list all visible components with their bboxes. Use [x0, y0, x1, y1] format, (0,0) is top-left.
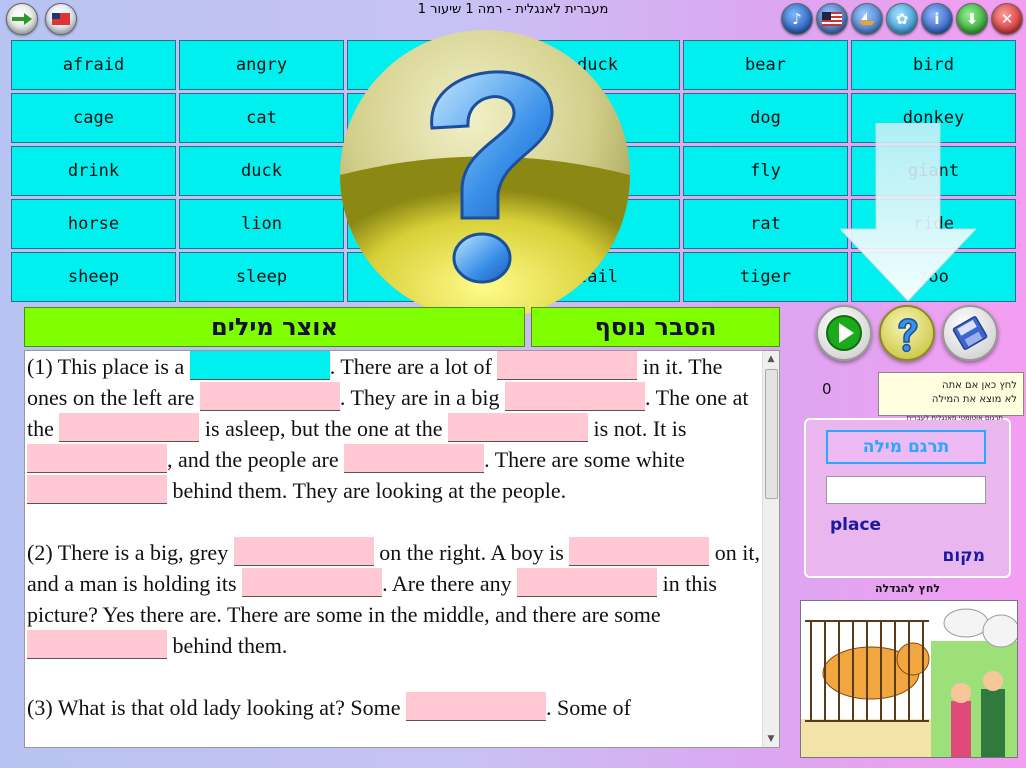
selected-word-hebrew: מקום — [942, 546, 986, 566]
vocabulary-heading[interactable]: אוצר מילים — [24, 307, 525, 347]
help-tooltip: לחץ כאן אם אתה לא מוצא את המילה — [878, 372, 1024, 416]
passage-fragment: (1) This place is a — [27, 354, 190, 379]
word-cell[interactable]: cat — [179, 93, 344, 143]
help-button[interactable] — [879, 305, 935, 361]
scroll-up-icon[interactable]: ▲ — [763, 351, 779, 367]
save-button[interactable] — [942, 305, 998, 361]
word-cell[interactable]: duck — [179, 146, 344, 196]
answer-blank[interactable] — [517, 568, 658, 597]
passage-fragment: on the right. A boy is — [373, 540, 570, 565]
passage-text: (1) This place is a . There are a lot of… — [27, 351, 763, 723]
answer-blank[interactable] — [27, 475, 167, 504]
word-cell[interactable]: dog — [683, 93, 848, 143]
passage-fragment: behind them. They are looking at the peo… — [167, 478, 567, 503]
info-icon[interactable]: i — [921, 3, 953, 35]
answer-blank[interactable] — [448, 413, 589, 442]
translate-word-button[interactable]: תרגם מילה — [826, 430, 986, 464]
word-cell[interactable]: cage — [11, 93, 176, 143]
word-cell[interactable]: rat — [683, 199, 848, 249]
down-arrow-icon — [840, 123, 976, 301]
close-icon[interactable]: ✕ — [991, 3, 1023, 35]
toolbox-label: תרגום אוטומטי מאנגלית לעברית — [906, 414, 1003, 422]
answer-blank-active[interactable] — [189, 351, 330, 380]
passage-fragment: is not. It is — [588, 416, 687, 441]
tooltip-line1: לחץ כאן אם אתה — [942, 380, 1017, 391]
answer-blank[interactable] — [569, 537, 710, 566]
passage-fragment: . There are some white — [484, 447, 685, 472]
passage-fragment: . They are in a big — [339, 385, 506, 410]
passage-scrollbar[interactable]: ▲ ▼ — [762, 351, 779, 747]
boat-icon[interactable] — [851, 3, 883, 35]
passage-fragment: , and the people are — [167, 447, 345, 472]
settings-icon[interactable]: ✿ — [886, 3, 918, 35]
selected-word-english: place — [830, 515, 882, 535]
word-cell[interactable]: bird — [851, 40, 1016, 90]
answer-blank[interactable] — [59, 413, 200, 442]
image-caption: לחץ להגדלה — [874, 582, 941, 595]
word-input[interactable] — [826, 476, 986, 504]
scroll-down-icon[interactable]: ▼ — [763, 731, 779, 747]
flag-icon[interactable] — [45, 3, 77, 35]
passage-fragment: (3) What is that old lady looking at? So… — [27, 695, 407, 720]
passage-fragment: . Some of — [546, 695, 631, 720]
word-cell[interactable]: angry — [179, 40, 344, 90]
score-value: 0 — [822, 380, 832, 398]
us-flag-icon[interactable] — [816, 3, 848, 35]
word-cell[interactable]: sheep — [11, 252, 176, 302]
explanation-heading[interactable]: הסבר נוסף — [531, 307, 780, 347]
passage-fragment: . There are a lot of — [329, 354, 498, 379]
download-icon[interactable]: ⬇ — [956, 3, 988, 35]
question-orb-icon — [340, 30, 630, 320]
word-cell[interactable]: afraid — [11, 40, 176, 90]
answer-blank[interactable] — [406, 692, 547, 721]
word-cell[interactable]: bear — [683, 40, 848, 90]
passage-fragment: behind them. — [167, 633, 288, 658]
music-icon[interactable]: ♪ — [781, 3, 813, 35]
play-button[interactable] — [816, 305, 872, 361]
answer-blank[interactable] — [505, 382, 646, 411]
word-cell[interactable]: lion — [179, 199, 344, 249]
passage-fragment: (2) There is a big, grey — [27, 540, 234, 565]
word-cell[interactable]: fly — [683, 146, 848, 196]
answer-blank[interactable] — [199, 382, 340, 411]
word-cell[interactable]: horse — [11, 199, 176, 249]
answer-blank[interactable] — [27, 444, 167, 473]
arrow-icon[interactable] — [6, 3, 38, 35]
answer-blank[interactable] — [497, 351, 638, 380]
answer-blank[interactable] — [344, 444, 485, 473]
passage-fragment: is asleep, but the one at the — [199, 416, 449, 441]
answer-blank[interactable] — [27, 630, 167, 659]
word-cell[interactable]: drink — [11, 146, 176, 196]
zoo-picture[interactable] — [800, 600, 1018, 758]
word-cell[interactable]: sleep — [179, 252, 344, 302]
passage-panel: (1) This place is a . There are a lot of… — [24, 350, 780, 748]
word-cell[interactable]: tiger — [683, 252, 848, 302]
answer-blank[interactable] — [233, 537, 374, 566]
tooltip-line2: לא מוצא את המילה — [931, 394, 1017, 405]
translation-toolbox: תרגום אוטומטי מאנגלית לעברית תרגם מילה p… — [804, 414, 1011, 578]
scroll-thumb[interactable] — [765, 369, 778, 499]
passage-fragment: . Are there any — [382, 571, 518, 596]
answer-blank[interactable] — [242, 568, 383, 597]
